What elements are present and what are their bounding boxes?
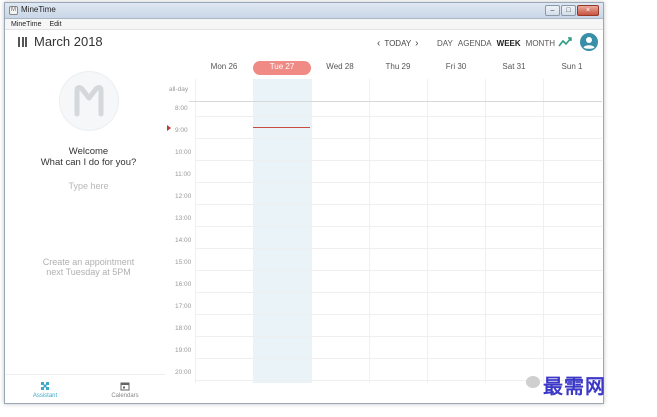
day-header[interactable]: Tue 27 (253, 61, 311, 75)
allday-label: all-day (169, 86, 189, 93)
current-time-marker-icon (167, 125, 171, 131)
hour-gridline (195, 116, 602, 117)
window-title: MineTime (21, 5, 56, 14)
day-header[interactable]: Thu 29 (369, 61, 427, 75)
hour-label: 8:00 (175, 105, 188, 112)
day-header[interactable]: Fri 30 (427, 61, 485, 75)
welcome-prompt: What can I do for you? (40, 157, 137, 168)
welcome-title: Welcome (68, 146, 109, 157)
calendar-icon (120, 382, 130, 390)
window-controls: – □ × (545, 5, 599, 16)
hour-label: 16:00 (175, 281, 192, 288)
day-header[interactable]: Sun 1 (543, 61, 601, 75)
hour-gridline (195, 358, 602, 359)
tab-calendars[interactable]: Calendars (85, 375, 165, 403)
allday-divider (189, 101, 602, 102)
date-navigation: ‹ TODAY › (377, 38, 419, 49)
tab-calendars-label: Calendars (111, 392, 139, 399)
hour-label: 14:00 (175, 237, 192, 244)
hour-label: 19:00 (175, 347, 192, 354)
app-icon: M (9, 6, 18, 15)
hour-gridline (195, 160, 602, 161)
assistant-input[interactable]: Type here (5, 181, 172, 191)
today-button[interactable]: TODAY (384, 39, 411, 48)
hour-gridline (195, 138, 602, 139)
assistant-suggestion[interactable]: Create an appointment next Tuesday at 5P… (5, 257, 172, 277)
hamburger-menu-icon[interactable] (18, 37, 27, 47)
hour-label: 15:00 (175, 259, 192, 266)
menu-item-minetime[interactable]: MineTime (11, 19, 41, 29)
day-column[interactable] (195, 79, 253, 383)
assistant-logo (59, 71, 119, 131)
current-time-line (253, 127, 310, 128)
hour-gridline (195, 204, 602, 205)
assistant-panel: Welcome What can I do for you? Type here… (5, 53, 165, 371)
bottom-tab-bar: Assistant Calendars (5, 374, 165, 403)
minimize-icon[interactable]: – (545, 5, 560, 16)
day-header[interactable]: Wed 28 (311, 61, 369, 75)
close-icon[interactable]: × (577, 5, 599, 16)
tab-assistant-label: Assistant (32, 392, 58, 399)
suggestion-line-2: next Tuesday at 5PM (46, 267, 131, 277)
day-header[interactable]: Sat 31 (485, 61, 543, 75)
hour-gridline (195, 226, 602, 227)
menu-item-edit[interactable]: Edit (49, 19, 61, 29)
maximize-icon[interactable]: □ (561, 5, 576, 16)
day-column[interactable] (543, 79, 601, 383)
watermark-logo-icon (526, 376, 540, 388)
hour-label: 17:00 (175, 303, 192, 310)
hour-gridline (195, 314, 602, 315)
day-header[interactable]: Mon 26 (195, 61, 253, 75)
week-calendar: Mon 26 Tue 27 Wed 28 Thu 29 Fri 30 Sat 31 Sun … (165, 53, 602, 383)
view-switcher: DAY AGENDA WEEK MONTH (437, 39, 555, 48)
hour-label: 12:00 (175, 193, 192, 200)
page-title: March 2018 (34, 34, 103, 49)
hour-label: 11:00 (175, 171, 191, 178)
hour-gridline (195, 292, 602, 293)
hour-label: 13:00 (175, 215, 192, 222)
menu-bar: MineTime Edit (5, 19, 603, 30)
trend-icon[interactable] (558, 36, 572, 48)
hour-label: 20:00 (175, 369, 192, 376)
chevron-right-icon[interactable]: › (415, 38, 418, 49)
view-week-button[interactable]: WEEK (497, 39, 521, 48)
view-agenda-button[interactable]: AGENDA (458, 39, 492, 48)
day-column[interactable] (485, 79, 543, 383)
hour-gridline (195, 182, 602, 183)
title-bar[interactable]: M MineTime – □ × (5, 3, 603, 19)
suggestion-line-1: Create an appointment (42, 257, 135, 267)
welcome-message: Welcome What can I do for you? (5, 146, 172, 168)
assistant-icon (41, 381, 49, 390)
day-column[interactable] (253, 79, 311, 383)
hour-label: 9:00 (175, 127, 188, 134)
view-day-button[interactable]: DAY (437, 39, 453, 48)
chevron-left-icon[interactable]: ‹ (377, 38, 380, 49)
hour-gridline (195, 270, 602, 271)
account-avatar-icon[interactable] (580, 33, 598, 51)
day-column[interactable] (311, 79, 369, 383)
watermark: 最需网 (543, 374, 606, 398)
hour-label: 10:00 (175, 149, 192, 156)
day-column[interactable] (427, 79, 485, 383)
hour-gridline (195, 336, 602, 337)
hour-gridline (195, 380, 602, 381)
tab-assistant[interactable]: Assistant (5, 375, 85, 403)
hour-gridline (195, 248, 602, 249)
view-month-button[interactable]: MONTH (526, 39, 555, 48)
day-column[interactable] (369, 79, 427, 383)
minetime-logo-icon (74, 85, 104, 117)
hour-label: 18:00 (175, 325, 192, 332)
app-window: M MineTime – □ × MineTime Edit March 201… (4, 2, 604, 404)
